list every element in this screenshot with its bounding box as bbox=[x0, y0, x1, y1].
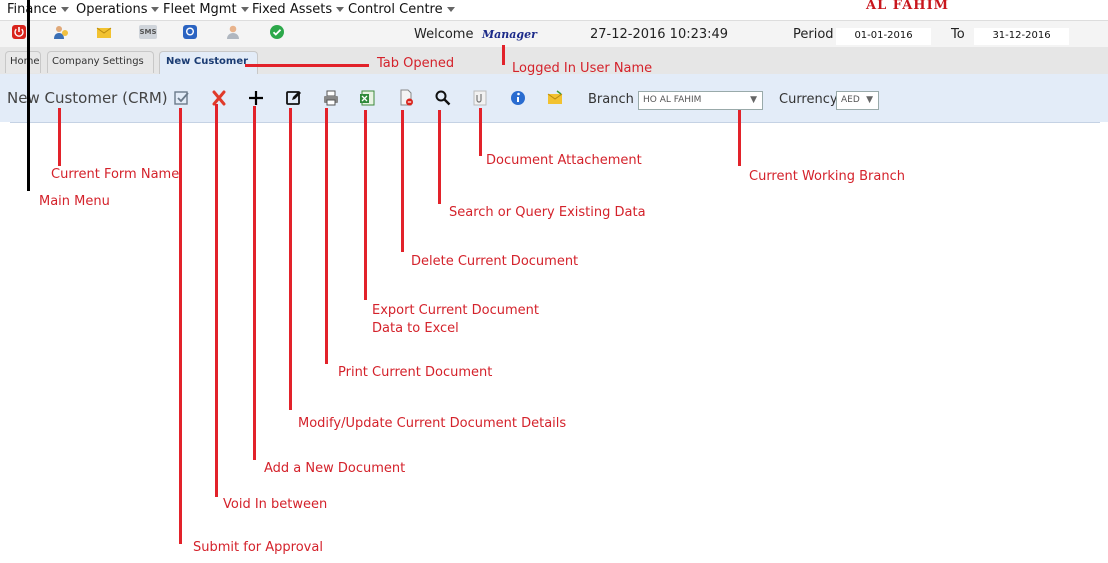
currency-label: Currency bbox=[779, 92, 838, 107]
annotation-add: Add a New Document bbox=[264, 461, 406, 476]
branch-pointer bbox=[738, 110, 741, 166]
modify-pointer bbox=[289, 108, 292, 410]
menu-operations[interactable]: Operations bbox=[76, 2, 160, 17]
menu-operations-label: Operations bbox=[76, 2, 148, 17]
export-pointer bbox=[364, 110, 367, 300]
chat-icon[interactable] bbox=[182, 24, 198, 40]
excel-export-icon[interactable] bbox=[359, 89, 377, 107]
currency-select[interactable]: AED ▼ bbox=[836, 91, 879, 110]
tab-company-settings[interactable]: Company Settings bbox=[47, 51, 154, 73]
form-divider bbox=[10, 122, 1100, 123]
annotation-form-name: Current Form Name bbox=[51, 167, 180, 182]
annotation-tab-opened: Tab Opened bbox=[377, 56, 455, 71]
delete-document-icon[interactable] bbox=[397, 89, 415, 107]
currency-value: AED bbox=[841, 95, 860, 105]
check-icon[interactable] bbox=[269, 24, 285, 40]
chevron-down-icon bbox=[446, 7, 455, 12]
chevron-down-icon bbox=[60, 7, 69, 12]
logged-user-name: Manager bbox=[482, 28, 537, 41]
tab-home[interactable]: Home bbox=[5, 51, 41, 73]
menu-fixed-assets-label: Fixed Assets bbox=[252, 2, 333, 17]
annotation-submit: Submit for Approval bbox=[193, 540, 323, 555]
welcome-label: Welcome bbox=[414, 27, 474, 42]
annotation-main-menu: Main Menu bbox=[39, 194, 110, 209]
current-datetime: 27-12-2016 10:23:49 bbox=[590, 27, 729, 42]
period-from-field[interactable]: 01-01-2016 bbox=[836, 28, 931, 45]
annotation-export-line1: Export Current Document bbox=[372, 303, 539, 318]
add-icon[interactable] bbox=[247, 89, 265, 107]
chevron-down-icon bbox=[240, 7, 249, 12]
tab-opened-pointer bbox=[245, 64, 369, 67]
form-name-pointer bbox=[58, 108, 61, 166]
to-label: To bbox=[951, 27, 965, 42]
users-icon[interactable] bbox=[53, 24, 69, 40]
annotation-delete: Delete Current Document bbox=[411, 254, 579, 269]
submit-approval-icon[interactable] bbox=[173, 89, 191, 107]
search-pointer bbox=[438, 110, 441, 204]
print-pointer bbox=[325, 108, 328, 364]
add-pointer bbox=[253, 106, 256, 460]
sms-icon[interactable]: SMS bbox=[139, 25, 157, 39]
chevron-down-icon bbox=[151, 7, 160, 12]
menu-finance[interactable]: Finance bbox=[7, 2, 69, 17]
delete-pointer bbox=[401, 110, 404, 252]
branch-label: Branch bbox=[588, 92, 634, 107]
menu-control-label: Control Centre bbox=[348, 2, 443, 17]
branch-select[interactable]: HO AL FAHIM ▼ bbox=[638, 91, 763, 110]
annotation-print: Print Current Document bbox=[338, 365, 493, 380]
menu-fleet-mgmt[interactable]: Fleet Mgmt bbox=[163, 2, 249, 17]
period-to-field[interactable]: 31-12-2016 bbox=[974, 28, 1069, 45]
mail-icon[interactable] bbox=[546, 89, 564, 107]
period-label: Period bbox=[793, 27, 834, 42]
annotation-search: Search or Query Existing Data bbox=[449, 205, 646, 220]
mail-icon[interactable] bbox=[96, 24, 112, 40]
power-icon[interactable] bbox=[11, 24, 27, 40]
company-logo: AL FAHIM bbox=[866, 0, 950, 13]
chevron-down-icon bbox=[336, 7, 345, 12]
main-menu-pointer bbox=[27, 0, 30, 191]
annotation-export-line2: Data to Excel bbox=[372, 321, 459, 336]
void-pointer bbox=[215, 104, 218, 497]
menu-fixed-assets[interactable]: Fixed Assets bbox=[252, 2, 345, 17]
attachment-pointer bbox=[479, 108, 482, 156]
tab-new-customer[interactable]: New Customer bbox=[159, 51, 258, 74]
menu-control-centre[interactable]: Control Centre bbox=[348, 2, 455, 17]
annotation-void: Void In between bbox=[223, 497, 328, 512]
chevron-down-icon: ▼ bbox=[750, 95, 757, 105]
branch-value: HO AL FAHIM bbox=[643, 95, 702, 105]
user-icon[interactable] bbox=[225, 24, 241, 40]
annotation-modify: Modify/Update Current Document Details bbox=[298, 416, 567, 431]
attachment-icon[interactable] bbox=[471, 89, 489, 107]
quick-toolbar bbox=[0, 20, 1108, 48]
form-title: New Customer (CRM) bbox=[7, 89, 168, 107]
void-icon[interactable] bbox=[210, 89, 228, 107]
chevron-down-icon: ▼ bbox=[866, 95, 873, 105]
annotation-branch: Current Working Branch bbox=[749, 169, 905, 184]
print-icon[interactable] bbox=[322, 89, 340, 107]
menu-fleet-label: Fleet Mgmt bbox=[163, 2, 237, 17]
edit-icon[interactable] bbox=[285, 89, 303, 107]
annotation-attachment: Document Attachement bbox=[486, 153, 642, 168]
search-icon[interactable] bbox=[434, 89, 452, 107]
submit-pointer bbox=[179, 108, 182, 544]
annotation-logged-user: Logged In User Name bbox=[512, 61, 653, 76]
info-icon[interactable] bbox=[509, 89, 527, 107]
menu-finance-label: Finance bbox=[7, 2, 57, 17]
user-name-pointer bbox=[502, 45, 505, 65]
